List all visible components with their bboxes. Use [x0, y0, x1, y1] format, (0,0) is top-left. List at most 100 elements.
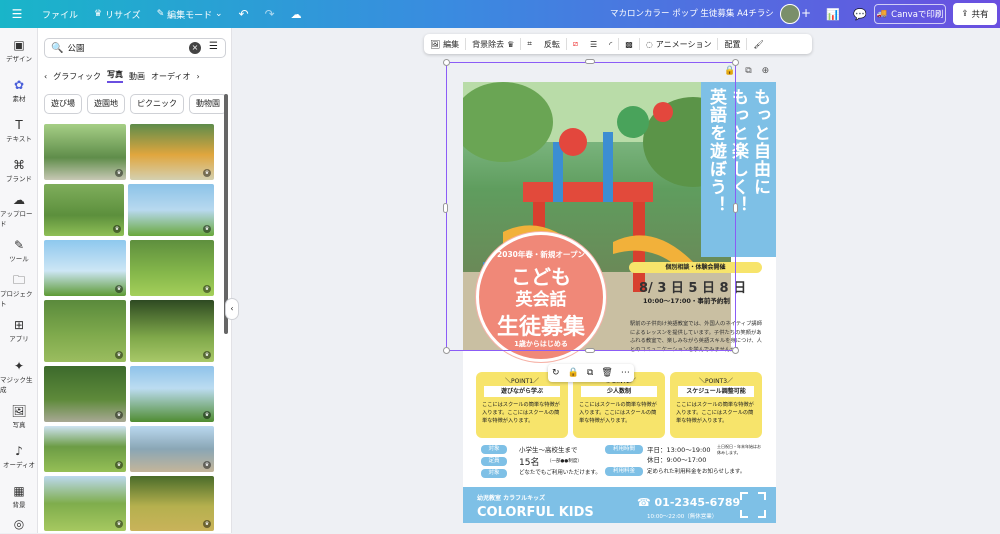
flip-button[interactable]: 反転: [538, 34, 566, 54]
edit-mode-dropdown[interactable]: ✎ 編集モード ⌄: [149, 0, 231, 28]
resize-handle[interactable]: [443, 203, 448, 213]
rail-item-projects[interactable]: 🗀 プロジェクト: [0, 272, 38, 308]
rail-item-magic[interactable]: ✦ マジック生成: [0, 358, 38, 394]
weekday-hours[interactable]: 平日：13:00～19:00: [647, 444, 710, 454]
photo-thumbnail[interactable]: ♛: [130, 366, 214, 422]
share-button[interactable]: ⇪ 共有: [953, 3, 997, 25]
resize-handle[interactable]: [733, 203, 738, 213]
rail-item-more[interactable]: ◎: [0, 514, 38, 534]
resize-handle[interactable]: [585, 348, 595, 353]
lock-icon[interactable]: 🔒: [724, 66, 735, 76]
tab-graphics[interactable]: グラフィック: [53, 71, 101, 82]
corner-rounding-icon[interactable]: ◜: [603, 34, 618, 54]
chip-playground[interactable]: 遊び場: [44, 94, 82, 114]
chip-picnic[interactable]: ピクニック: [130, 94, 184, 114]
copy-style-icon[interactable]: 🖌: [747, 34, 769, 54]
comment-icon[interactable]: 💬: [851, 5, 869, 23]
rail-item-photos[interactable]: 🖼 写真: [0, 398, 38, 434]
border-color-icon[interactable]: ⧄: [567, 34, 584, 54]
rail-item-elements[interactable]: ✿ 素材: [0, 72, 38, 108]
consultation-tag[interactable]: 個別相談・体験会開催: [629, 262, 762, 273]
target-text[interactable]: 小学生～高校生まで: [519, 444, 578, 454]
event-times[interactable]: 10:00～17:00・事前予約制: [643, 295, 730, 305]
photo-thumbnail[interactable]: ♛: [44, 240, 126, 296]
rail-item-apps[interactable]: ⊞ アプリ: [0, 312, 38, 348]
photo-thumbnail[interactable]: ♛: [44, 124, 126, 180]
capacity-text[interactable]: 15名: [519, 455, 539, 468]
tab-photos[interactable]: 写真: [107, 69, 124, 83]
chip-zoo[interactable]: 動物園: [189, 94, 226, 114]
document-title[interactable]: マカロンカラー ポップ 生徒募集 A4チラシ: [610, 0, 774, 28]
photo-thumbnail[interactable]: ♛: [130, 300, 214, 362]
photo-thumbnail[interactable]: ♛: [128, 184, 214, 236]
rail-item-upload[interactable]: ☁ アップロード: [0, 192, 38, 228]
avatar[interactable]: [780, 4, 800, 24]
position-button[interactable]: 配置: [718, 34, 746, 54]
design-canvas[interactable]: もっと自由に もっと楽しく！ 英語を遊ぼう！ 個別相談・体験会開催 8/ 3 日…: [463, 82, 776, 523]
animate-button[interactable]: ◌ アニメーション: [640, 34, 718, 54]
point-card[interactable]: ＼POINT3／ スケジュール調整可能 ここにはスクールの簡単な特徴が入ります。…: [670, 372, 762, 438]
catchphrase-2[interactable]: もっと楽しく！: [727, 88, 749, 214]
bg-remove-button[interactable]: 背景除去 ♛: [466, 34, 520, 54]
catchphrase-3[interactable]: 英語を遊ぼう！: [705, 88, 727, 214]
chevron-left-icon[interactable]: ‹: [44, 72, 47, 81]
undo-button[interactable]: ↶: [231, 0, 257, 28]
resize-button[interactable]: ♛ リサイズ: [86, 0, 149, 28]
duplicate-page-icon[interactable]: ⧉: [745, 66, 751, 76]
photo-thumbnail[interactable]: ♛: [44, 184, 124, 236]
more-options-icon[interactable]: ⋯: [621, 368, 630, 378]
filter-icon[interactable]: ☰: [209, 41, 218, 52]
add-page-icon[interactable]: ⊕: [762, 66, 770, 76]
transparency-icon[interactable]: ▩: [619, 34, 639, 54]
rail-item-tools[interactable]: ✎ ツール: [0, 232, 38, 268]
rail-item-design[interactable]: ▣ デザイン: [0, 32, 38, 68]
photo-thumbnail[interactable]: ♛: [130, 476, 214, 531]
photo-thumbnail[interactable]: ♛: [44, 366, 126, 422]
collapse-panel-button[interactable]: ‹: [225, 298, 239, 320]
redo-button[interactable]: ↷: [257, 0, 283, 28]
rail-item-brand[interactable]: ⌘ ブランド: [0, 152, 38, 188]
recruit-badge[interactable]: 2030年春・新規オープン こども 英会話 生徒募集 1歳からはじめる: [476, 232, 606, 362]
crop-icon[interactable]: ⌗: [521, 34, 538, 54]
trash-icon[interactable]: 🗑: [601, 368, 612, 378]
event-dates[interactable]: 8/ 3 日 5 日 8 日: [639, 277, 746, 296]
school-description[interactable]: 駅前の子供向け英語教室では、外国人のネイティブ講師によるレッスンを提供しています…: [630, 320, 766, 354]
search-box[interactable]: 🔍 公園 × ☰: [44, 38, 226, 58]
rail-item-audio[interactable]: ♪ オーディオ: [0, 438, 38, 474]
chip-amusement-park[interactable]: 遊園地: [87, 94, 125, 114]
resize-handle[interactable]: [443, 59, 450, 66]
resize-handle[interactable]: [585, 59, 595, 64]
poster-footer[interactable]: 幼児教室 カラフルキッズ COLORFUL KIDS ☎ 01-2345-678…: [463, 487, 776, 523]
photo-thumbnail[interactable]: ♛: [44, 426, 126, 472]
resize-handle[interactable]: [443, 347, 450, 354]
holiday-hours[interactable]: 休日：9:00～17:00: [647, 454, 706, 464]
scrollbar[interactable]: [224, 94, 228, 334]
tab-audio[interactable]: オーディオ: [151, 71, 190, 82]
resize-handle[interactable]: [732, 59, 739, 66]
analytics-icon[interactable]: 📊: [824, 5, 842, 23]
photo-thumbnail[interactable]: ♛: [44, 476, 126, 531]
tab-videos[interactable]: 動画: [129, 71, 145, 82]
menu-icon[interactable]: ☰: [0, 0, 34, 28]
add-collaborator-button[interactable]: +: [801, 6, 811, 20]
fee-text[interactable]: どなたでもご利用いただけます。: [519, 468, 601, 476]
rail-item-background[interactable]: ▦ 背景: [0, 478, 38, 514]
clear-icon[interactable]: ×: [189, 42, 201, 54]
photo-thumbnail[interactable]: ♛: [130, 426, 214, 472]
lock-icon[interactable]: 🔒: [568, 368, 579, 378]
photo-thumbnail[interactable]: ♛: [130, 124, 214, 180]
catchphrase-1[interactable]: もっと自由に: [749, 88, 771, 196]
photo-thumbnail[interactable]: ♛: [130, 240, 214, 296]
print-button[interactable]: 🚚 Canvaで印刷: [874, 4, 946, 24]
chevron-right-icon[interactable]: ›: [197, 72, 200, 81]
search-input[interactable]: 公園: [67, 42, 84, 54]
photo-thumbnail[interactable]: ♛: [44, 300, 126, 362]
duplicate-icon[interactable]: ⧉: [587, 368, 593, 378]
cloud-save-icon[interactable]: ☁: [283, 0, 310, 28]
border-style-icon[interactable]: ☰: [584, 34, 603, 54]
rotate-icon[interactable]: ↻: [552, 368, 560, 378]
price-text[interactable]: 定められた利用料金をお知らせします。: [647, 467, 745, 475]
file-menu[interactable]: ファイル: [34, 0, 86, 28]
resize-handle[interactable]: [732, 347, 739, 354]
edit-image-button[interactable]: 🖼 編集: [424, 34, 465, 54]
